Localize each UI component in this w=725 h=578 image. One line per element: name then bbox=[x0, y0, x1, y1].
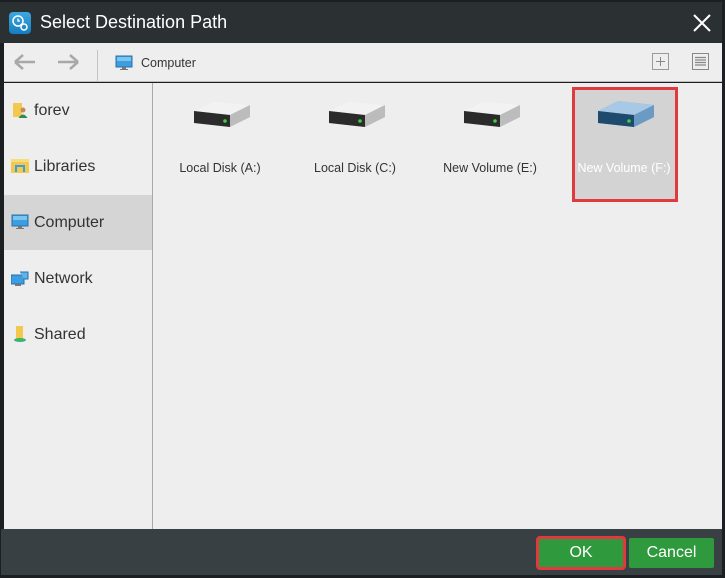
sidebar-item-forev[interactable]: forev bbox=[4, 83, 152, 138]
drive-item-c[interactable]: Local Disk (C:) bbox=[305, 89, 405, 199]
sidebar-item-label: Computer bbox=[34, 214, 105, 231]
cancel-button[interactable]: Cancel bbox=[629, 538, 714, 568]
user-folder-icon bbox=[13, 103, 28, 118]
computer-icon bbox=[11, 214, 29, 229]
sidebar-item-computer[interactable]: Computer bbox=[4, 195, 152, 250]
hard-drive-icon bbox=[464, 101, 520, 127]
drive-label: New Volume (E:) bbox=[443, 161, 537, 175]
network-icon bbox=[11, 271, 29, 286]
view-mode-button[interactable] bbox=[692, 53, 709, 70]
sidebar-item-label: Network bbox=[34, 270, 93, 287]
breadcrumb-computer[interactable]: Computer bbox=[141, 56, 196, 70]
select-destination-dialog: Select Destination Path Computer forev L… bbox=[0, 0, 725, 578]
hard-drive-icon bbox=[598, 101, 654, 127]
sidebar-item-network[interactable]: Network bbox=[4, 251, 152, 306]
dialog-title: Select Destination Path bbox=[40, 12, 228, 32]
hard-drive-icon bbox=[329, 101, 385, 127]
clock-gear-icon bbox=[9, 12, 31, 34]
sidebar: forev Libraries Computer Network Shared bbox=[4, 83, 152, 529]
arrow-left-icon bbox=[14, 54, 35, 70]
forward-button[interactable] bbox=[55, 51, 81, 73]
drive-list: Local Disk (A:) Local Disk (C:) New Volu… bbox=[153, 83, 722, 529]
library-folder-icon bbox=[11, 159, 29, 173]
drive-item-f[interactable]: New Volume (F:) bbox=[572, 87, 678, 202]
hard-drive-icon bbox=[194, 101, 250, 127]
sidebar-item-label: forev bbox=[34, 102, 70, 119]
toolbar-divider bbox=[97, 50, 98, 82]
close-button[interactable] bbox=[690, 11, 714, 35]
drive-label: Local Disk (C:) bbox=[314, 161, 396, 175]
plus-icon bbox=[656, 57, 665, 66]
sidebar-item-libraries[interactable]: Libraries bbox=[4, 139, 152, 194]
sidebar-item-shared[interactable]: Shared bbox=[4, 307, 152, 362]
shared-folder-icon bbox=[14, 326, 26, 342]
drive-label: Local Disk (A:) bbox=[179, 161, 261, 175]
dialog-footer: OK Cancel bbox=[1, 529, 722, 575]
list-view-icon bbox=[692, 53, 709, 70]
sidebar-item-label: Libraries bbox=[34, 158, 96, 175]
toolbar: Computer bbox=[4, 43, 722, 82]
computer-icon bbox=[115, 55, 133, 71]
sidebar-item-label: Shared bbox=[34, 326, 86, 343]
ok-button[interactable]: OK bbox=[536, 536, 626, 570]
drive-item-a[interactable]: Local Disk (A:) bbox=[170, 89, 270, 199]
new-folder-button[interactable] bbox=[652, 53, 669, 70]
arrow-right-icon bbox=[58, 54, 79, 70]
drive-item-e[interactable]: New Volume (E:) bbox=[440, 89, 540, 199]
drive-label: New Volume (F:) bbox=[577, 161, 671, 175]
title-bar: Select Destination Path bbox=[0, 2, 722, 43]
close-icon bbox=[693, 14, 711, 32]
back-button[interactable] bbox=[12, 51, 38, 73]
